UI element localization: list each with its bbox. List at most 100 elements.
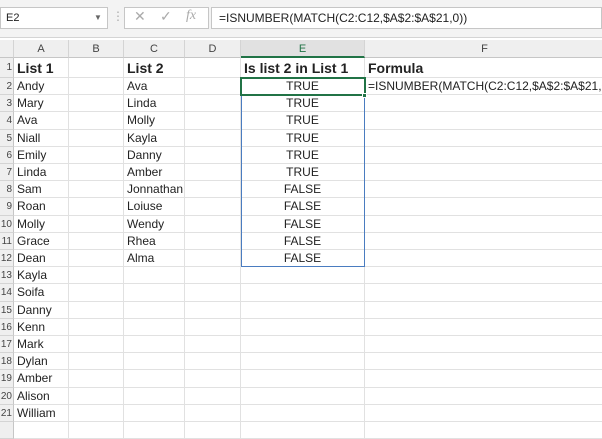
cell-c4[interactable]: Molly [124,112,185,130]
cell-e13[interactable] [241,267,365,285]
cell-c15[interactable] [124,301,185,319]
cell-f5[interactable] [365,130,602,147]
row-header-3[interactable]: 3 [0,95,14,113]
cell-e12[interactable]: FALSE [241,250,365,268]
cell-e21[interactable] [241,404,365,422]
cell-b11[interactable] [69,232,124,250]
cell-a5[interactable]: Niall [14,129,69,147]
cell-e6[interactable]: TRUE [241,146,365,164]
cell-b22[interactable] [69,422,124,439]
row-header-8[interactable]: 8 [0,181,14,199]
row-header-4[interactable]: 4 [0,112,14,130]
cell-f13[interactable] [365,267,602,285]
cell-d5[interactable] [185,129,241,147]
cell-c1[interactable]: List 2 [124,58,185,78]
cell-e11[interactable]: FALSE [241,232,365,250]
cell-f18[interactable] [365,353,602,371]
cell-d2[interactable] [185,78,241,96]
cell-b3[interactable] [69,95,124,113]
row-header-2[interactable]: 2 [0,78,14,96]
cell-e20[interactable] [241,387,365,405]
cell-f16[interactable] [365,319,602,336]
cell-f19[interactable] [365,370,602,388]
cell-a4[interactable]: Ava [14,112,69,130]
cell-e16[interactable] [241,318,365,336]
cell-b9[interactable] [69,198,124,216]
cell-e2[interactable]: TRUE [241,78,365,96]
row-header-7[interactable]: 7 [0,164,14,182]
row-header-6[interactable]: 6 [0,146,14,164]
cell-c3[interactable]: Linda [124,95,185,113]
cell-e22[interactable] [241,422,365,439]
cell-d20[interactable] [185,387,241,405]
cell-c16[interactable] [124,318,185,336]
cell-e10[interactable]: FALSE [241,215,365,233]
cell-f21[interactable] [365,405,602,422]
cell-f9[interactable] [365,198,602,216]
cell-b2[interactable] [69,78,124,96]
cell-b10[interactable] [69,215,124,233]
insert-function-icon[interactable]: fx [186,8,196,24]
cell-d22[interactable] [185,422,241,439]
cell-b18[interactable] [69,353,124,371]
cell-d6[interactable] [185,146,241,164]
cell-f1[interactable]: Formula [365,58,602,78]
cell-a20[interactable]: Alison [14,387,69,405]
cell-f15[interactable] [365,302,602,319]
cell-a12[interactable]: Dean [14,250,69,268]
cell-e9[interactable]: FALSE [241,198,365,216]
cell-a10[interactable]: Molly [14,215,69,233]
cell-e18[interactable] [241,353,365,371]
cell-f17[interactable] [365,336,602,354]
cell-b21[interactable] [69,404,124,422]
cell-f22[interactable] [365,422,602,439]
cell-c17[interactable] [124,336,185,354]
cell-c9[interactable]: Loiuse [124,198,185,216]
cell-f14[interactable] [365,284,602,302]
column-header-a[interactable]: A [14,40,69,58]
cell-a7[interactable]: Linda [14,164,69,182]
cell-b6[interactable] [69,146,124,164]
column-header-d[interactable]: D [185,40,241,58]
cell-c14[interactable] [124,284,185,302]
cell-c7[interactable]: Amber [124,164,185,182]
cell-e8[interactable]: FALSE [241,181,365,199]
row-header-20[interactable]: 20 [0,387,14,405]
cell-a11[interactable]: Grace [14,232,69,250]
cell-f6[interactable] [365,147,602,164]
enter-icon[interactable]: ✓ [160,8,172,25]
column-header-e[interactable]: E [241,40,365,58]
row-header-17[interactable]: 17 [0,336,14,354]
cell-b13[interactable] [69,267,124,285]
select-all-button[interactable] [0,40,14,58]
cell-a14[interactable]: Soifa [14,284,69,302]
cell-a3[interactable]: Mary [14,95,69,113]
cell-c5[interactable]: Kayla [124,129,185,147]
cell-c11[interactable]: Rhea [124,232,185,250]
row-header-18[interactable]: 18 [0,353,14,371]
row-header-22[interactable] [0,422,14,439]
row-header-13[interactable]: 13 [0,267,14,285]
cell-f4[interactable] [365,112,602,130]
cell-e1[interactable]: Is list 2 in List 1 [241,58,365,78]
column-header-f[interactable]: F [365,40,602,58]
row-header-9[interactable]: 9 [0,198,14,216]
cell-f10[interactable] [365,216,602,233]
cell-b16[interactable] [69,318,124,336]
cell-f20[interactable] [365,388,602,405]
cell-a16[interactable]: Kenn [14,318,69,336]
cell-f12[interactable] [365,250,602,268]
cell-a9[interactable]: Roan [14,198,69,216]
cell-a17[interactable]: Mark [14,336,69,354]
row-header-12[interactable]: 12 [0,250,14,268]
cell-d4[interactable] [185,112,241,130]
row-header-21[interactable]: 21 [0,404,14,422]
row-header-19[interactable]: 19 [0,370,14,388]
cell-d19[interactable] [185,370,241,388]
cell-b17[interactable] [69,336,124,354]
cell-d13[interactable] [185,267,241,285]
cell-e7[interactable]: TRUE [241,164,365,182]
chevron-down-icon[interactable]: ▼ [94,13,102,22]
cell-b7[interactable] [69,164,124,182]
cell-d16[interactable] [185,318,241,336]
